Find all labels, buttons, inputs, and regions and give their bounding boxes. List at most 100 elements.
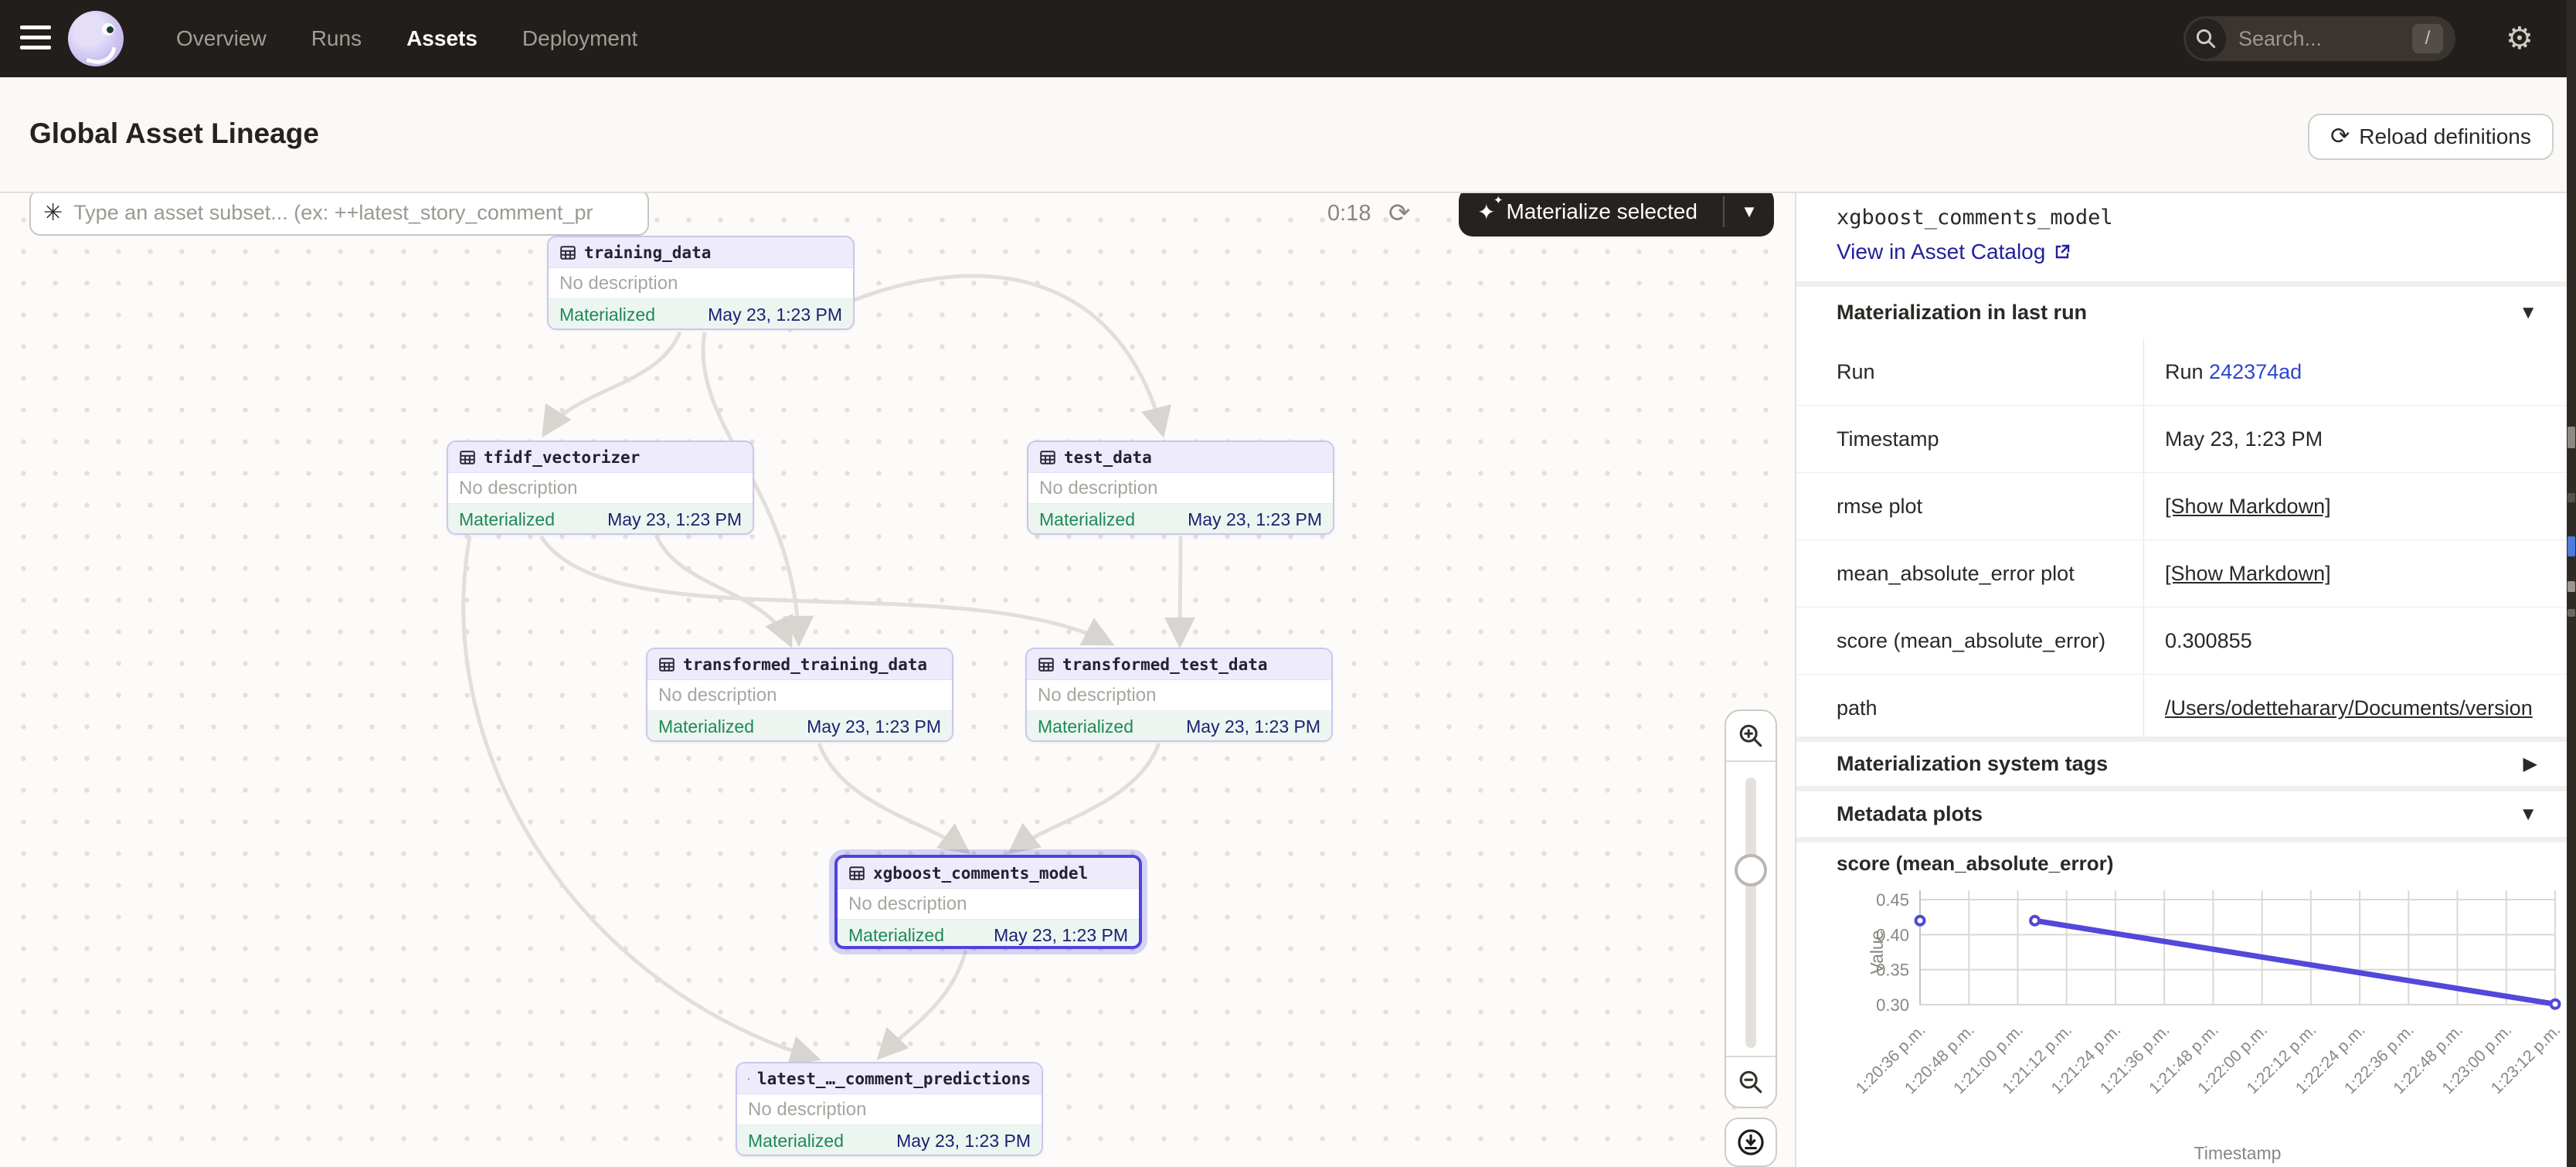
section-divider [1796,281,2568,287]
table-icon [559,244,576,261]
reload-definitions-button[interactable]: ⟳ Reload definitions [2308,114,2554,160]
table-row-path: path /Users/odetteharary/Documents/versi… [1796,675,2568,742]
asset-description: No description [549,268,853,298]
search-icon [2186,19,2226,59]
table-icon [1038,656,1055,673]
nav-item-runs[interactable]: Runs [311,26,362,51]
zoom-slider-track[interactable] [1745,777,1756,1048]
browser-scrollbar[interactable] [2567,0,2576,1167]
materialize-selected-button[interactable]: ✦✦ Materialize selected ▼ [1459,193,1774,236]
table-icon [658,656,675,673]
asset-name: latest_…_comment_predictions [757,1070,1031,1088]
run-id-link[interactable]: 242374ad [2209,360,2302,383]
dagster-logo [68,11,124,66]
dagster-app: Overview Runs Assets Deployment / ⚙ Glob… [0,0,2576,1167]
nav-item-assets[interactable]: Assets [406,26,477,51]
search-input[interactable] [2237,26,2384,52]
page-header: Global Asset Lineage ⟳ Reload definition… [0,77,2576,193]
asset-name: test_data [1064,448,1152,467]
zoom-in-button[interactable] [1726,711,1776,762]
asset-node-transformed-test-data[interactable]: transformed_test_data No description Mat… [1025,648,1333,742]
table-row-run: Run Run 242374ad [1796,339,2568,406]
asset-timestamp: May 23, 1:23 PM [807,716,941,737]
panel-asset-title: xgboost_comments_model [1837,206,2113,230]
table-row-rmse-plot: rmse plot [Show Markdown] [1796,473,2568,540]
asset-node-xgboost-comments-model[interactable]: xgboost_comments_model No description Ma… [834,855,1142,949]
asset-node-transformed-training-data[interactable]: transformed_training_data No description… [646,648,953,742]
asset-status: Materialized [658,716,754,737]
search-shortcut-badge: / [2412,24,2443,53]
section-divider [1796,837,2568,842]
path-link[interactable]: /Users/odetteharary/Documents/version [2165,696,2533,720]
reload-icon: ⟳ [2330,125,2350,148]
asset-subset-filter[interactable]: ✳ [29,193,649,236]
refresh-icon[interactable]: ⟳ [1388,198,1411,229]
section-divider [1796,737,2568,742]
asset-subset-input[interactable] [72,200,628,226]
table-icon [748,1070,749,1087]
asset-status: Materialized [559,305,655,325]
asset-timestamp: May 23, 1:23 PM [607,509,742,530]
zoom-slider-handle[interactable] [1735,854,1767,886]
asset-description: No description [1027,680,1331,710]
show-markdown-link[interactable]: [Show Markdown] [2165,495,2331,519]
asset-status: Materialized [1039,509,1135,530]
metadata-plot-chart: 1:20:36 p.m.1:20:48 p.m.1:21:00 p.m.1:21… [1796,881,2568,1167]
table-icon [1039,449,1056,466]
asset-graph-icon: ✳ [43,199,63,226]
svg-text:0.45: 0.45 [1876,890,1909,910]
asset-lineage-graph[interactable]: training_data No description Materialize… [0,193,1795,1167]
refresh-timer: 0:18 [1327,201,1371,226]
nav-links: Overview Runs Assets Deployment [176,0,637,77]
download-image-button[interactable] [1725,1118,1777,1167]
sparkle-icon: ✦✦ [1477,199,1495,225]
asset-node-latest-comment-predictions[interactable]: latest_…_comment_predictions No descript… [736,1062,1043,1156]
asset-node-training-data[interactable]: training_data No description Materialize… [547,236,855,330]
asset-description: No description [838,889,1139,919]
edge-xgboost-latest [879,951,966,1057]
section-materialization-last-run[interactable]: Materialization in last run ▼ [1796,287,2568,339]
zoom-out-button[interactable] [1726,1056,1776,1107]
chevron-down-icon: ▼ [2519,302,2537,324]
section-metadata-plots[interactable]: Metadata plots ▼ [1796,791,2568,837]
asset-timestamp: May 23, 1:23 PM [1186,716,1320,737]
zoom-controls [1725,709,1777,1108]
edge-transformed-test-xgboost [1011,743,1159,852]
view-in-asset-catalog-link[interactable]: View in Asset Catalog [1837,240,2071,264]
asset-description: No description [1028,473,1333,503]
menu-icon[interactable] [20,26,51,52]
zoom-out-icon [1738,1069,1764,1095]
svg-text:Timestamp: Timestamp [2194,1143,2282,1163]
edge-test-transformed-test [1180,536,1181,645]
global-search[interactable]: / [2183,16,2455,61]
edge-tfidf-transformed-test [541,536,1111,644]
asset-name: transformed_training_data [683,655,927,674]
nav-item-deployment[interactable]: Deployment [522,26,637,51]
asset-name: training_data [584,243,711,262]
top-nav: Overview Runs Assets Deployment / ⚙ [0,0,2576,77]
asset-details-panel: xgboost_comments_model View in Asset Cat… [1795,193,2567,1167]
asset-status: Materialized [459,509,555,530]
table-icon [459,449,476,466]
asset-description: No description [647,680,952,710]
asset-status: Materialized [848,925,944,946]
section-materialization-system-tags[interactable]: Materialization system tags ▶ [1796,742,2568,786]
edge-tfidf-transformed-training [657,536,790,645]
nav-item-overview[interactable]: Overview [176,26,267,51]
table-row-score: score (mean_absolute_error) 0.300855 [1796,607,2568,675]
chevron-down-icon: ▼ [2519,804,2537,825]
asset-timestamp: May 23, 1:23 PM [896,1131,1031,1152]
table-row-timestamp: Timestamp May 23, 1:23 PM [1796,406,2568,473]
download-icon [1736,1128,1765,1157]
asset-node-test-data[interactable]: test_data No description MaterializedMay… [1027,441,1334,535]
materialize-dropdown-caret[interactable]: ▼ [1725,202,1774,222]
asset-status: Materialized [748,1131,844,1152]
svg-text:Value: Value [1867,930,1887,974]
settings-gear-icon[interactable]: ⚙ [2506,17,2534,60]
asset-node-tfidf-vectorizer[interactable]: tfidf_vectorizer No description Material… [447,441,754,535]
show-markdown-link[interactable]: [Show Markdown] [2165,562,2331,586]
section-divider [1796,786,2568,791]
asset-timestamp: May 23, 1:23 PM [708,305,842,325]
page-title: Global Asset Lineage [29,117,319,150]
asset-name: xgboost_comments_model [873,864,1088,883]
